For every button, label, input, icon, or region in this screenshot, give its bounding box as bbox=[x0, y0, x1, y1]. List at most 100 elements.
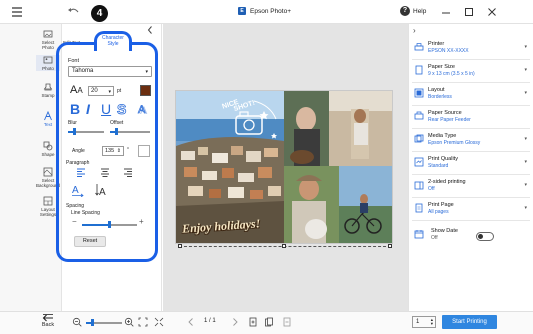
background-icon bbox=[43, 167, 53, 177]
setting-paper-source[interactable]: Paper Source Rear Paper Feeder bbox=[412, 107, 530, 129]
tab-edit-text[interactable]: Edit Text bbox=[63, 40, 80, 45]
chevron-down-icon: ▾ bbox=[145, 69, 148, 75]
stamp-icon bbox=[43, 83, 53, 91]
back-label: Back bbox=[41, 322, 55, 328]
app-title-text: Epson Photo+ bbox=[250, 7, 292, 15]
setting-value: Off bbox=[428, 186, 435, 192]
minimize-icon[interactable] bbox=[440, 6, 452, 18]
help-button[interactable]: ? Help bbox=[400, 6, 426, 16]
zoom-slider-thumb[interactable] bbox=[91, 319, 94, 326]
angle-preview-box[interactable] bbox=[138, 145, 150, 157]
font-select[interactable]: Tahoma ▾ bbox=[68, 66, 152, 77]
add-page-icon[interactable] bbox=[248, 317, 258, 327]
fit-to-screen-icon[interactable] bbox=[138, 317, 148, 327]
photo-collage[interactable]: NICE SHOT! Enjoy holidays! bbox=[175, 90, 393, 244]
decrease-spacing-button[interactable]: − bbox=[72, 217, 77, 226]
menu-icon[interactable] bbox=[10, 5, 24, 19]
maximize-icon[interactable] bbox=[463, 6, 475, 18]
chevron-down-icon: ▾ bbox=[108, 89, 111, 95]
svg-text:A: A bbox=[99, 187, 106, 197]
zoom-out-icon[interactable] bbox=[72, 317, 82, 327]
text-color-swatch[interactable] bbox=[140, 85, 151, 96]
layout-icon bbox=[414, 88, 424, 98]
text-icon bbox=[44, 111, 52, 121]
expand-panel-icon[interactable]: › bbox=[413, 26, 416, 35]
print-quality-icon bbox=[414, 157, 424, 167]
close-icon[interactable] bbox=[486, 6, 498, 18]
chevron-down-icon: ▾ bbox=[524, 44, 527, 50]
rail-text[interactable]: Text bbox=[36, 111, 60, 127]
chevron-down-icon: ▾ bbox=[524, 182, 527, 188]
zoom-in-icon[interactable] bbox=[124, 317, 134, 327]
align-center-icon[interactable] bbox=[100, 168, 110, 177]
rail-label: Text bbox=[43, 122, 53, 127]
offset-slider-thumb[interactable] bbox=[115, 128, 118, 135]
angle-input[interactable]: 135 ⇕ bbox=[102, 146, 124, 156]
underline-button[interactable]: U bbox=[101, 101, 111, 117]
font-label: Font bbox=[68, 58, 80, 64]
setting-print-quality[interactable]: Print Quality Standard ▾ bbox=[412, 153, 530, 175]
vertical-text-icon[interactable]: A bbox=[95, 183, 109, 197]
setting-media-type[interactable]: Media Type Epson Premium Glossy ▾ bbox=[412, 130, 530, 152]
selection-handle-center[interactable] bbox=[282, 244, 286, 248]
actual-size-icon[interactable] bbox=[154, 317, 164, 327]
shadow-text-icon[interactable]: AA bbox=[137, 103, 151, 116]
app-title: E Epson Photo+ bbox=[238, 7, 291, 15]
align-right-icon[interactable] bbox=[123, 168, 133, 177]
rail-label: Shape bbox=[41, 152, 55, 157]
italic-button[interactable]: I bbox=[86, 101, 90, 117]
previous-page-icon[interactable] bbox=[186, 317, 196, 327]
paper-size-icon bbox=[415, 65, 423, 75]
angle-label: Angle bbox=[72, 148, 85, 154]
next-page-icon[interactable] bbox=[230, 317, 240, 327]
delete-page-icon[interactable] bbox=[282, 317, 292, 327]
setting-layout[interactable]: Layout Borderless ▾ bbox=[412, 84, 530, 106]
setting-value: Epson Premium Glossy bbox=[428, 140, 481, 146]
horizontal-text-icon[interactable]: A bbox=[71, 183, 85, 197]
rail-label: Select Photo bbox=[41, 40, 55, 50]
rail-stamp[interactable]: Stamp bbox=[36, 82, 60, 98]
rail-select-photo[interactable]: Select Photo bbox=[36, 29, 60, 50]
copies-input[interactable]: 1 ▴ ▾ bbox=[412, 316, 436, 328]
chevron-down-icon: ▾ bbox=[524, 136, 527, 142]
reset-button[interactable]: Reset bbox=[74, 236, 106, 247]
back-button[interactable]: Back bbox=[36, 314, 60, 328]
font-size-value: 20 bbox=[91, 88, 98, 94]
rail-photo[interactable]: Photo bbox=[36, 55, 60, 71]
setting-title: Paper Size bbox=[428, 64, 455, 70]
setting-title: Layout bbox=[428, 87, 445, 93]
font-size-unit: pt bbox=[117, 88, 122, 94]
setting-print-page[interactable]: Print Page All pages ▾ bbox=[412, 199, 530, 221]
outline-button[interactable]: S bbox=[117, 101, 127, 118]
start-printing-button[interactable]: Start Printing bbox=[442, 315, 497, 329]
rail-label: Layout Settings bbox=[39, 207, 57, 217]
line-spacing-label: Line Spacing bbox=[71, 210, 100, 216]
help-icon: ? bbox=[400, 6, 410, 16]
setting-paper-size[interactable]: Paper Size 9 x 13 cm (3.5 x 5 in) ▾ bbox=[412, 61, 530, 83]
bold-button[interactable]: B bbox=[70, 101, 80, 117]
increase-spacing-button[interactable]: + bbox=[139, 217, 144, 226]
setting-value: Off bbox=[431, 235, 438, 241]
photo-icon bbox=[43, 56, 53, 64]
collapse-panel-icon[interactable] bbox=[146, 25, 154, 35]
setting-title: 2-sided printing bbox=[428, 179, 466, 185]
setting-value: Borderless bbox=[428, 94, 452, 100]
setting-value: Rear Paper Feeder bbox=[428, 117, 471, 123]
selection-handle-right[interactable] bbox=[388, 244, 392, 248]
page-current: 1 bbox=[204, 318, 208, 324]
font-size-select[interactable]: 20 ▾ bbox=[88, 86, 114, 96]
epson-logo-icon: E bbox=[238, 7, 246, 15]
duplicate-page-icon[interactable] bbox=[264, 317, 274, 327]
rail-shape[interactable]: Shape bbox=[36, 141, 60, 157]
rail-select-background[interactable]: Select Background bbox=[36, 167, 60, 188]
blur-slider-thumb[interactable] bbox=[73, 128, 76, 135]
line-spacing-thumb[interactable] bbox=[108, 221, 111, 228]
setting-printer[interactable]: Printer EPSON XX-XXXX ▾ bbox=[412, 38, 530, 60]
selection-handle-left[interactable] bbox=[178, 244, 182, 248]
tab-character-style[interactable]: Character Style bbox=[94, 31, 132, 51]
setting-two-sided[interactable]: 2-sided printing Off ▾ bbox=[412, 176, 530, 198]
align-left-icon[interactable] bbox=[76, 168, 86, 177]
rail-layout-settings[interactable]: Layout Settings bbox=[36, 196, 60, 217]
undo-icon[interactable] bbox=[66, 5, 80, 19]
setting-title: Show Date bbox=[431, 228, 458, 234]
